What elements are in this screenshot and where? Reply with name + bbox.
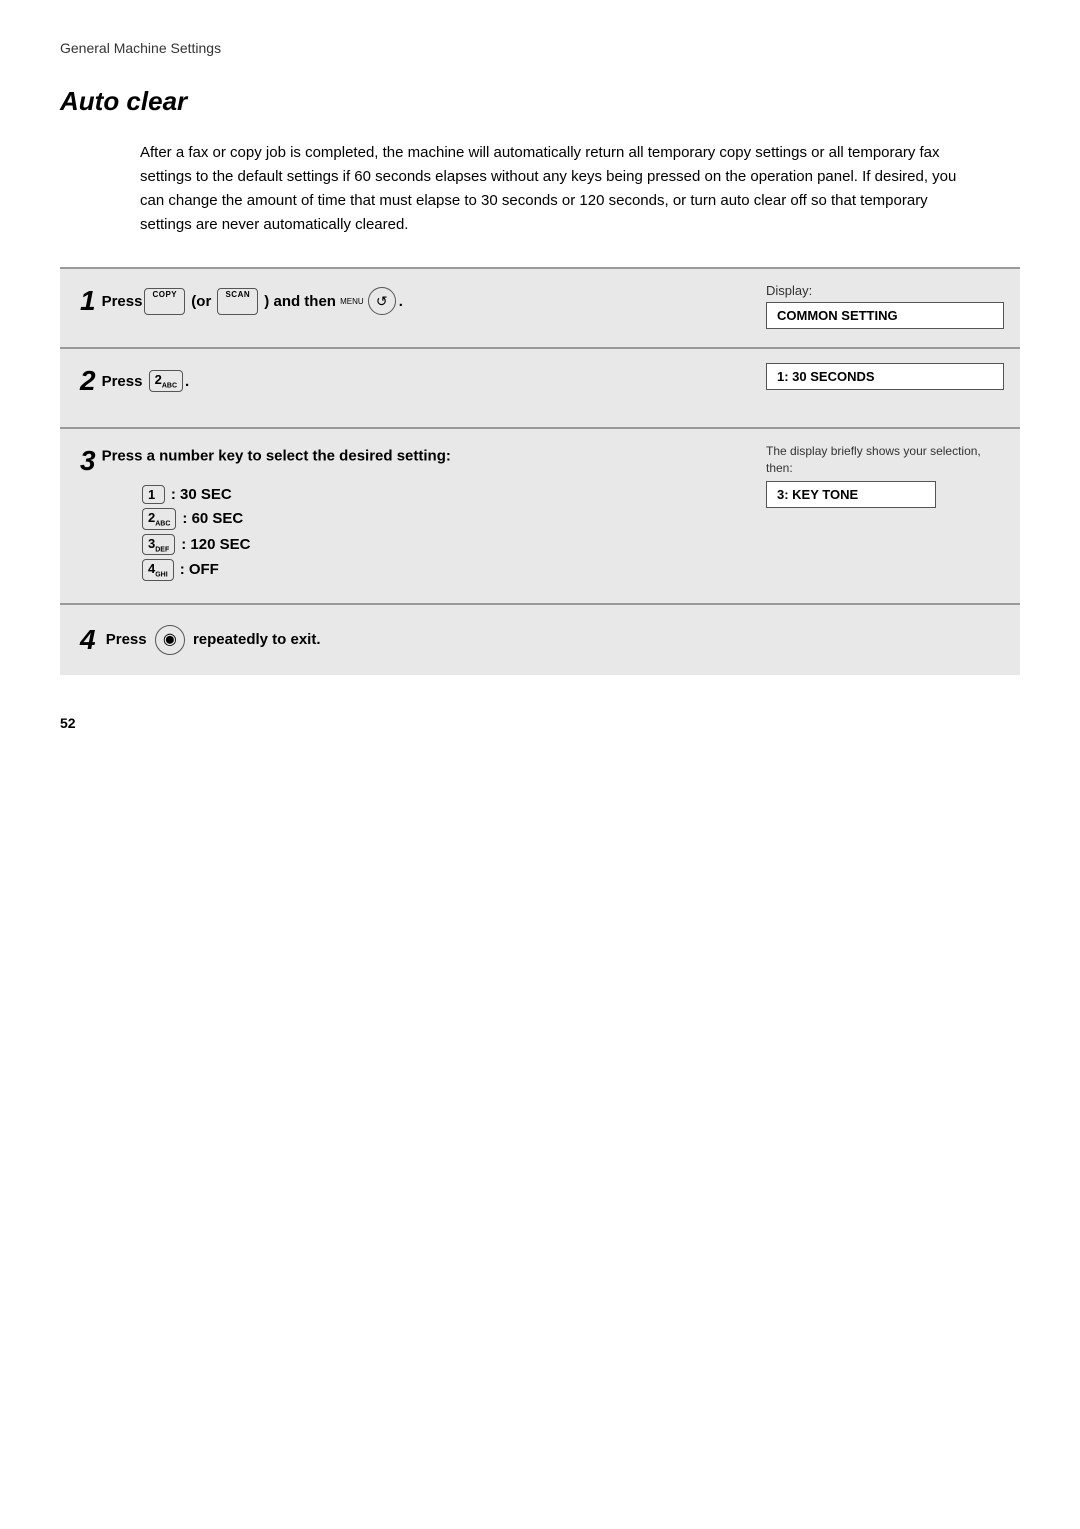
scan-key-label: SCAN	[225, 290, 250, 299]
clear-key-button[interactable]: ◉	[155, 625, 185, 655]
menu-key-label-text: MENU	[340, 297, 364, 306]
page-number: 52	[60, 715, 1020, 731]
option-1-text: : 30 SEC	[171, 486, 232, 503]
step-3-display-note: The display briefly shows your selection…	[766, 443, 1004, 477]
option-4: 4GHI : OFF	[140, 559, 730, 581]
option-4-text: : OFF	[180, 561, 219, 578]
step-4-number: 4	[80, 626, 96, 654]
option-1: 1 : 30 SEC	[140, 485, 730, 504]
intro-text: After a fax or copy job is completed, th…	[60, 141, 1020, 237]
copy-key-button[interactable]: COPY	[144, 288, 185, 315]
step-3-right: The display briefly shows your selection…	[750, 429, 1020, 603]
breadcrumb: General Machine Settings	[60, 40, 1020, 56]
step-1-left: 1 Press COPY (or SCAN ) and then MENU	[60, 269, 750, 347]
step-2-number: 2	[80, 367, 96, 395]
steps-container: 1 Press COPY (or SCAN ) and then MENU	[60, 267, 1020, 675]
option-3: 3DEF : 120 SEC	[140, 534, 730, 556]
copy-key-shape	[152, 299, 177, 313]
option-4-key[interactable]: 4GHI	[142, 559, 174, 581]
step-1-number: 1	[80, 287, 96, 315]
scan-key-button[interactable]: SCAN	[217, 288, 258, 315]
step-2-display-box: 1: 30 SECONDS	[766, 363, 1004, 390]
step-2-period: .	[185, 373, 189, 390]
step-3-number: 3	[80, 447, 96, 475]
copy-key-label: COPY	[152, 290, 177, 299]
option-3-text: : 120 SEC	[181, 536, 250, 553]
step-2-press-label: Press	[102, 373, 147, 390]
step-1-display-label: Display:	[766, 283, 1004, 298]
step-1-or-label: (or	[187, 293, 215, 310]
page-title: Auto clear	[60, 86, 1020, 117]
step-1-and-then-label: ) and then	[260, 293, 340, 310]
scan-key-shape	[225, 299, 250, 313]
option-2-text: : 60 SEC	[182, 510, 243, 527]
step-3-left: 3 Press a number key to select the desir…	[60, 429, 750, 603]
step-2-right: 1: 30 SECONDS	[750, 349, 1020, 427]
option-1-key[interactable]: 1	[142, 485, 165, 504]
step-3-instruction: Press a number key to select the desired…	[102, 448, 451, 465]
step-4-row: 4 Press ◉ repeatedly to exit.	[60, 605, 1020, 675]
option-2: 2ABC : 60 SEC	[140, 508, 730, 530]
step-2-key-2[interactable]: 2ABC	[149, 370, 183, 392]
step-1-press-label: Press	[102, 293, 143, 310]
step-2-left: 2 Press 2ABC .	[60, 349, 750, 427]
option-2-key[interactable]: 2ABC	[142, 508, 176, 530]
option-3-key[interactable]: 3DEF	[142, 534, 175, 556]
menu-key-button[interactable]: ↺	[368, 287, 396, 315]
step-1-right: Display: COMMON SETTING	[750, 269, 1020, 347]
step-3-row: 3 Press a number key to select the desir…	[60, 429, 1020, 605]
step-1-period: .	[399, 293, 403, 310]
step-3-display-box: 3: KEY TONE	[766, 481, 936, 508]
step-1-row: 1 Press COPY (or SCAN ) and then MENU	[60, 269, 1020, 349]
step-3-options: 1 : 30 SEC 2ABC : 60 SEC 3DEF : 120 SEC …	[140, 485, 730, 581]
step-4-instruction: repeatedly to exit.	[189, 631, 321, 648]
step-2-row: 2 Press 2ABC . 1: 30 SECONDS	[60, 349, 1020, 429]
step-4-press-label: Press	[102, 631, 151, 648]
step-1-display-box: COMMON SETTING	[766, 302, 1004, 329]
